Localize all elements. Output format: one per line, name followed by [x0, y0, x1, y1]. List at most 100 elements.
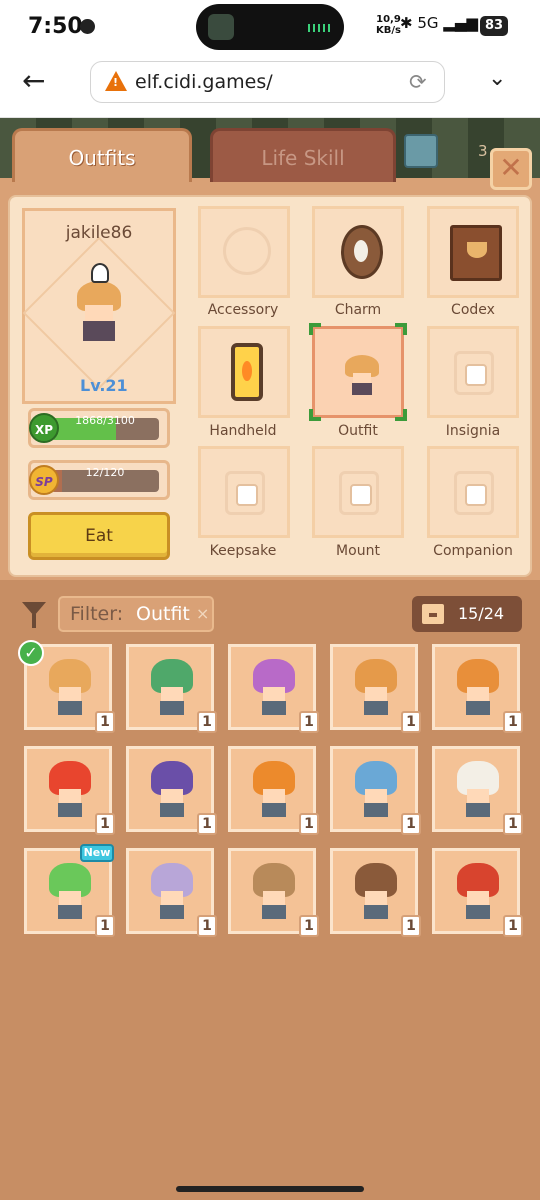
item-count: 1 — [197, 813, 217, 835]
eat-button[interactable]: Eat — [28, 512, 170, 560]
slot-keepsake[interactable] — [198, 446, 290, 538]
inventory-item[interactable]: 1 — [228, 644, 319, 733]
lantern-icon — [231, 343, 263, 401]
outfit-character-icon — [47, 863, 93, 921]
clear-filter-icon[interactable]: × — [196, 604, 209, 623]
slot-handheld[interactable] — [198, 326, 290, 418]
filter-chip[interactable]: Filter: Outfit × — [58, 596, 214, 632]
selection-corner — [395, 409, 407, 421]
chevron-down-icon[interactable]: ⌄ — [488, 66, 506, 91]
new-badge: New — [80, 844, 114, 862]
outfit-character-icon — [251, 863, 297, 921]
item-count: 1 — [503, 915, 523, 937]
filter-value: Outfit — [136, 603, 190, 625]
xp-bar: 1868/3100 XP — [28, 408, 170, 448]
filter-label: Filter: — [70, 603, 124, 625]
xp-icon: XP — [29, 413, 59, 443]
selection-corner — [309, 409, 321, 421]
tab-life-skill[interactable]: Life Skill — [210, 128, 396, 182]
tab-outfits[interactable]: Outfits — [12, 128, 192, 182]
address-bar[interactable]: ! elf.cidi.games/ ⟳ — [90, 61, 445, 103]
slot-label-mount: Mount — [336, 543, 380, 559]
selection-corner — [395, 323, 407, 335]
storage-capacity[interactable]: 15/24 — [412, 596, 522, 632]
slot-label-insignia: Insignia — [445, 423, 501, 439]
leaf-tab-icon[interactable] — [404, 134, 438, 168]
item-count: 1 — [95, 915, 115, 937]
item-count: 1 — [95, 711, 115, 733]
inventory-item[interactable]: 1 — [228, 848, 319, 937]
inventory-item[interactable]: 1 — [228, 746, 319, 835]
game-canvas: Outfits Life Skill 3 ✕ jakile86 Lv.21 18… — [0, 118, 540, 1200]
slot-outfit[interactable] — [309, 323, 407, 421]
close-button[interactable]: ✕ — [490, 148, 532, 190]
outfit-character-icon — [251, 659, 297, 717]
battery-icon: 83 — [480, 16, 508, 36]
inventory-item[interactable]: 1 — [432, 644, 523, 733]
item-count: 1 — [503, 813, 523, 835]
home-indicator[interactable] — [176, 1186, 364, 1192]
storage-count: 15/24 — [458, 604, 505, 623]
outfit-character-icon — [455, 863, 501, 921]
funnel-icon[interactable] — [22, 602, 46, 628]
item-count: 1 — [401, 915, 421, 937]
username: jakile86 — [65, 223, 133, 243]
media-thumbnail-icon — [208, 14, 234, 40]
back-arrow-icon[interactable]: ← — [22, 64, 45, 97]
outfit-character-icon — [455, 659, 501, 717]
status-bar: 7:50 10,9 KB/s ✱ 5G ▂▄▆ ◠ 83 — [0, 0, 540, 52]
inventory-item[interactable]: 1 — [126, 644, 217, 733]
equipped-check-icon: ✓ — [18, 640, 44, 666]
slot-accessory[interactable] — [198, 206, 290, 298]
outfit-character-icon — [47, 761, 93, 819]
item-count: 1 — [401, 813, 421, 835]
slot-companion[interactable] — [427, 446, 519, 538]
item-count: 1 — [197, 915, 217, 937]
slot-insignia[interactable] — [427, 326, 519, 418]
inventory-item[interactable]: 1 — [24, 746, 115, 835]
network-speed: 10,9 KB/s — [376, 14, 401, 36]
slot-mount[interactable] — [312, 446, 404, 538]
outfit-character-icon — [47, 659, 93, 717]
inventory-item[interactable]: 1 — [432, 848, 523, 937]
inventory-item[interactable]: 1 — [330, 644, 421, 733]
clock: 7:50 — [28, 14, 83, 39]
inventory-item[interactable]: 1 — [126, 848, 217, 937]
item-count: 1 — [299, 711, 319, 733]
dnd-icon — [80, 19, 95, 34]
sp-lightning-icon: SP — [29, 465, 59, 495]
outfit-character-icon — [455, 761, 501, 819]
item-count: 1 — [299, 915, 319, 937]
outfit-character-icon — [149, 761, 195, 819]
outfit-avatar-icon — [345, 349, 379, 395]
inventory-item[interactable]: 1 — [432, 746, 523, 835]
tab-count: 3 — [478, 142, 488, 160]
outfit-character-icon — [353, 863, 399, 921]
inventory-item[interactable]: 1 — [330, 746, 421, 835]
slot-charm[interactable] — [312, 206, 404, 298]
storage-chest-icon — [422, 604, 444, 624]
slot-codex[interactable] — [427, 206, 519, 298]
inventory-item[interactable]: 1 — [126, 746, 217, 835]
outfit-character-icon — [149, 863, 195, 921]
slot-label-codex: Codex — [451, 302, 495, 318]
outfit-character-icon — [353, 659, 399, 717]
url-text[interactable]: elf.cidi.games/ — [135, 71, 273, 93]
inventory-item[interactable]: 1 — [330, 848, 421, 937]
item-count: 1 — [299, 813, 319, 835]
slot-label-keepsake: Keepsake — [209, 543, 277, 559]
lock-icon — [339, 471, 379, 515]
chick-icon — [91, 263, 109, 283]
dynamic-island — [196, 4, 344, 50]
outfit-character-icon — [251, 761, 297, 819]
outfit-character-icon — [149, 659, 195, 717]
lock-icon — [454, 471, 494, 515]
item-count: 1 — [197, 711, 217, 733]
slot-label-outfit: Outfit — [338, 423, 378, 439]
lock-icon — [454, 351, 494, 395]
warning-icon[interactable]: ! — [105, 71, 127, 91]
selection-corner — [309, 323, 321, 335]
item-count: 1 — [503, 711, 523, 733]
reload-icon[interactable]: ⟳ — [409, 70, 427, 94]
ribbon-medal-icon — [223, 227, 271, 275]
